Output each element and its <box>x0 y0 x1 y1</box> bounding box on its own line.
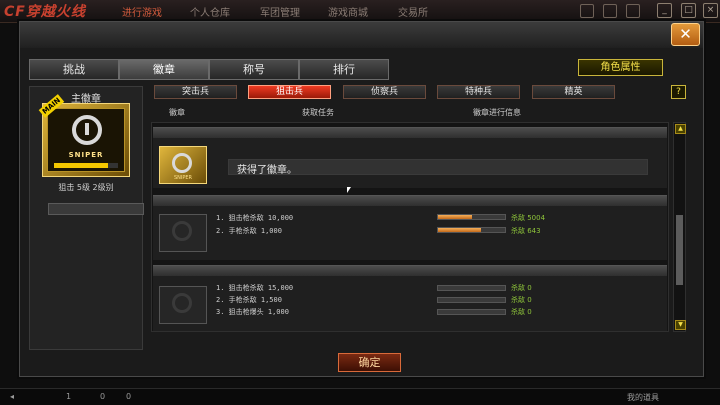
minimize-icon[interactable]: _ <box>657 3 672 18</box>
restore-icon[interactable]: □ <box>681 3 696 18</box>
task-text: 1. 狙击枪杀敌 15,000 <box>216 284 294 292</box>
kill-count: 杀敌 0 <box>511 308 532 316</box>
bottom-status-bar: ◂ 1 0 0 我的道具 <box>0 388 720 405</box>
column-progress: 徽章进行信息 <box>473 108 521 117</box>
badge-slot-bar <box>48 203 144 215</box>
column-badge: 徽章 <box>169 108 185 117</box>
main-badge-progress <box>54 163 118 168</box>
category-sniper[interactable]: 狙击兵 <box>248 85 331 99</box>
role-attributes-button[interactable]: 角色属性 <box>578 59 663 76</box>
scroll-up-icon[interactable]: ▲ <box>675 124 686 134</box>
player-count: 1 <box>66 392 72 401</box>
category-assault[interactable]: 突击兵 <box>154 85 237 99</box>
task-text: 3. 狙击枪爆头 1,000 <box>216 308 289 316</box>
task-progress-bar <box>437 285 506 291</box>
tab-challenge[interactable]: 挑战 <box>29 59 119 80</box>
locked-badge-icon <box>159 214 207 252</box>
scroll-down-icon[interactable]: ▼ <box>675 320 686 330</box>
count-b: 0 <box>126 392 132 401</box>
main-badge-panel: 主徽章 SNIPER MAIN 狙击 5级 2级别 <box>29 86 144 350</box>
list-scrollbar[interactable]: ▲ ▼ <box>673 122 686 332</box>
kill-count: 杀敌 0 <box>511 296 532 304</box>
main-badge: SNIPER MAIN <box>38 94 130 177</box>
friends-icon[interactable] <box>626 4 640 18</box>
tab-title[interactable]: 称号 <box>209 59 299 80</box>
task-progress-bar <box>437 309 506 315</box>
nav-exchange[interactable]: 交易所 <box>398 4 428 19</box>
task-text: 2. 手枪杀敌 1,000 <box>216 227 282 235</box>
bag-icon[interactable] <box>603 4 617 18</box>
category-elite[interactable]: 精英 <box>532 85 615 99</box>
task-progress-bar <box>437 227 506 233</box>
top-nav-bar: CF穿越火线 进行游戏 个人仓库 军团管理 游戏商城 交易所 _ □ × <box>0 0 720 23</box>
count-a: 0 <box>100 392 106 401</box>
nav-clan[interactable]: 军团管理 <box>260 4 300 19</box>
category-scout[interactable]: 侦察兵 <box>343 85 426 99</box>
task-progress-bar <box>437 214 506 220</box>
list-item[interactable]: SNIPER <box>153 127 667 188</box>
task-text: 2. 手枪杀敌 1,500 <box>216 296 282 304</box>
exit-icon[interactable]: × <box>703 3 718 18</box>
window-header <box>20 22 703 48</box>
volume-icon[interactable]: ◂ <box>10 392 14 401</box>
nav-shop[interactable]: 游戏商城 <box>328 4 368 19</box>
scroll-thumb[interactable] <box>676 215 683 285</box>
confirm-button[interactable]: 确定 <box>338 353 401 372</box>
main-badge-caption: SNIPER <box>68 151 104 159</box>
task-progress-bar <box>437 297 506 303</box>
column-task: 获取任务 <box>302 108 334 117</box>
tab-ranking[interactable]: 排行 <box>299 59 389 80</box>
acquired-message: 获得了徽章。 <box>237 165 297 176</box>
sniper-badge-icon: SNIPER <box>159 146 207 184</box>
my-items-link[interactable]: 我的道具 <box>627 392 659 403</box>
nav-warehouse[interactable]: 个人仓库 <box>190 4 230 19</box>
help-button[interactable]: ? <box>671 85 686 99</box>
mouse-cursor-icon <box>347 187 351 193</box>
sniper-scope-icon <box>72 115 102 145</box>
nav-play[interactable]: 进行游戏 <box>122 4 162 19</box>
kill-count: 杀敌 5004 <box>511 214 546 222</box>
tab-badge[interactable]: 徽章 <box>119 59 209 80</box>
mail-icon[interactable] <box>580 4 594 18</box>
category-special[interactable]: 特种兵 <box>437 85 520 99</box>
close-button[interactable]: ✕ <box>671 23 700 46</box>
task-text: 1. 狙击枪杀敌 10,000 <box>216 214 294 222</box>
kill-count: 杀敌 643 <box>511 227 541 235</box>
badge-rank-text: 狙击 5级 2级别 <box>58 183 114 192</box>
kill-count: 杀敌 0 <box>511 284 532 292</box>
locked-badge-icon <box>159 286 207 324</box>
game-logo: CF穿越火线 <box>4 4 86 20</box>
